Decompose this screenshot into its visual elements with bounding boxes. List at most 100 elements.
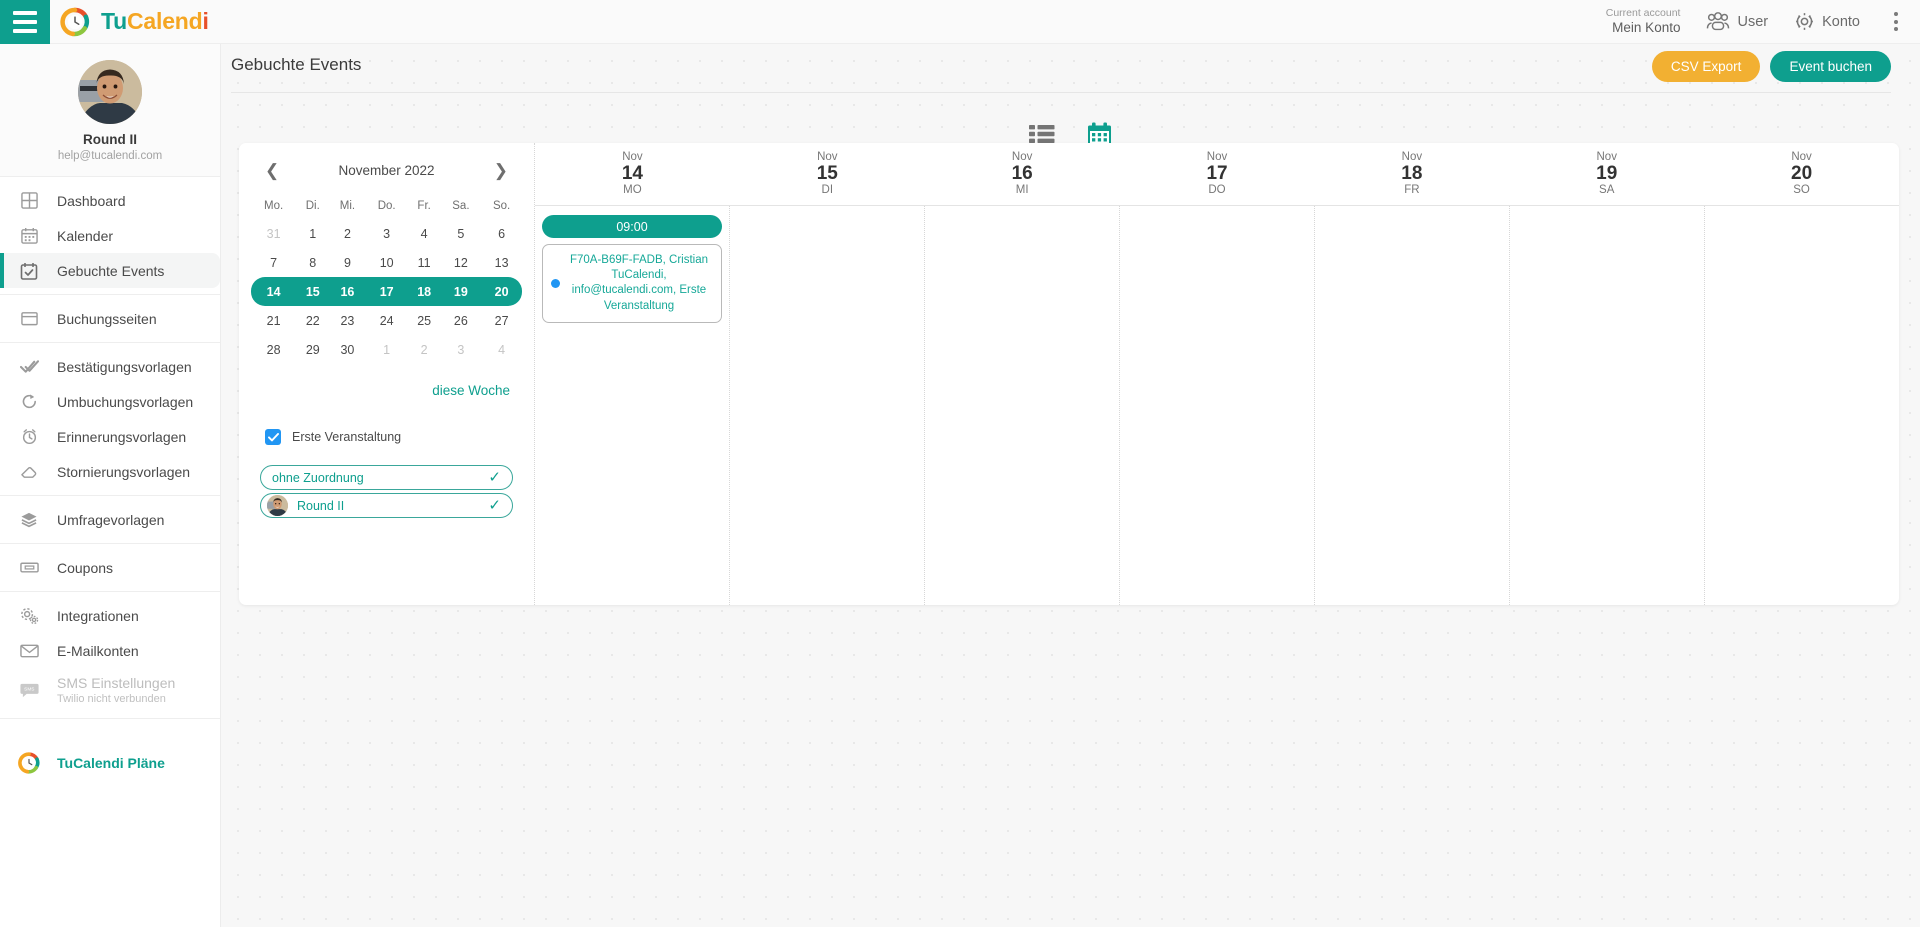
day-cell[interactable]: 9 [329,248,365,277]
week-body: 09:00 F70A-B69F-FADB, Cristian TuCalendi… [535,205,1899,605]
sidebar-item-umbuchungsvorlagen[interactable]: Umbuchungsvorlagen [0,384,220,419]
day-cell[interactable]: 3 [441,335,482,364]
day-cell[interactable]: 6 [481,219,522,248]
sidebar-item-label: Integrationen [57,607,139,624]
erste-veranstaltung-checkbox[interactable] [265,429,281,445]
sidebar-item-coupons[interactable]: Coupons [0,550,220,585]
day-number: 14 [621,163,643,184]
sidebar-item-tucalendi-plaene[interactable]: TuCalendi Pläne [0,745,220,780]
day-cell[interactable]: 17 [366,277,408,306]
day-cell[interactable]: 5 [441,219,482,248]
day-cell[interactable]: 15 [296,277,329,306]
day-cell[interactable]: 26 [441,306,482,335]
day-cell[interactable]: 19 [441,277,482,306]
day-header-so[interactable]: Nov 20 SO [1704,143,1899,205]
calendar-filter-panel: ❮ November 2022 ❯ Mo. Di. Mi. Do. Fr. Sa… [239,143,535,605]
chevron-right-icon[interactable]: ❯ [490,162,512,179]
day-cell[interactable]: 25 [408,306,441,335]
weekday-header: Sa. [452,200,470,212]
kebab-dot [1894,27,1898,31]
hamburger-menu-button[interactable] [0,0,50,44]
mini-calendar-week: 28 29 30 1 2 3 4 [251,335,522,364]
day-column-sa [1510,206,1705,605]
current-account-block[interactable]: Current account Mein Konto [1606,7,1681,37]
day-cell[interactable]: 3 [366,219,408,248]
day-header-mo[interactable]: Nov 14 MO [535,143,730,205]
day-cell[interactable]: 30 [329,335,365,364]
this-week-row: diese Woche [251,364,522,400]
day-cell[interactable]: 16 [329,277,365,306]
csv-export-button[interactable]: CSV Export [1651,51,1761,82]
day-cell[interactable]: 4 [408,219,441,248]
day-cell[interactable]: 24 [366,306,408,335]
sidebar-item-e-mailkonten[interactable]: E-Mailkonten [0,633,220,668]
day-header-sa[interactable]: Nov 19 SA [1509,143,1704,205]
day-column-so [1705,206,1899,605]
day-header-do[interactable]: Nov 17 DO [1120,143,1315,205]
day-month: Nov [1206,151,1228,163]
day-month: Nov [1791,151,1812,163]
calendar-check-icon [18,260,40,282]
account-settings-button[interactable]: Konto [1794,11,1860,32]
mini-calendar-week: 21 22 23 24 25 26 27 [251,306,522,335]
kebab-dot [1894,19,1898,24]
sidebar-item-integrationen[interactable]: Integrationen [0,598,220,633]
brand-logo-link[interactable]: TuCalendi [60,7,209,37]
day-cell[interactable]: 8 [296,248,329,277]
day-cell[interactable]: 1 [296,219,329,248]
nav-group-settings: Integrationen E-Mailkonten SMS SMS Einst… [0,592,220,719]
day-cell[interactable]: 21 [251,306,296,335]
nav-group-templates: Bestätigungsvorlagen Umbuchungsvorlagen … [0,343,220,496]
day-cell[interactable]: 31 [251,219,296,248]
day-cell[interactable]: 1 [366,335,408,364]
sidebar-item-bestaetigungsvorlagen[interactable]: Bestätigungsvorlagen [0,349,220,384]
sidebar-item-umfragevorlagen[interactable]: Umfragevorlagen [0,502,220,537]
day-cell[interactable]: 2 [329,219,365,248]
sidebar-item-buchungsseiten[interactable]: Buchungsseiten [0,301,220,336]
sidebar-item-dashboard[interactable]: Dashboard [0,183,220,218]
day-number: 15 [816,163,838,184]
day-cell[interactable]: 2 [408,335,441,364]
day-cell[interactable]: 29 [296,335,329,364]
calendar-icon [18,225,40,247]
day-weekday: MO [623,184,642,197]
weekday-header: Mi. [339,200,356,212]
day-cell[interactable]: 12 [441,248,482,277]
day-cell[interactable]: 28 [251,335,296,364]
day-cell[interactable]: 27 [481,306,522,335]
kebab-dot [1894,12,1898,16]
sidebar-item-sms-einstellungen[interactable]: SMS SMS Einstellungen Twilio nicht verbu… [0,668,220,712]
book-event-button[interactable]: Event buchen [1770,51,1891,82]
sidebar-item-kalender[interactable]: Kalender [0,218,220,253]
sidebar-item-erinnerungsvorlagen[interactable]: Erinnerungsvorlagen [0,419,220,454]
day-header-fr[interactable]: Nov 18 FR [1314,143,1509,205]
sms-bubble-icon: SMS [18,679,40,701]
filter-pill-ohne-zuordnung[interactable]: ohne Zuordnung ✓ [260,465,513,490]
day-header-di[interactable]: Nov 15 DI [730,143,925,205]
chevron-left-icon[interactable]: ❮ [261,162,283,179]
page-header-actions: CSV Export Event buchen [1651,51,1891,82]
this-week-link[interactable]: diese Woche [432,383,510,398]
filter-pill-round-ii[interactable]: Round II ✓ [260,493,513,518]
booked-event-card[interactable]: F70A-B69F-FADB, Cristian TuCalendi, info… [542,244,722,323]
kebab-menu-icon[interactable] [1886,8,1906,35]
day-cell[interactable]: 13 [481,248,522,277]
day-header-mi[interactable]: Nov 16 MI [925,143,1120,205]
day-cell[interactable]: 7 [251,248,296,277]
users-button[interactable]: User [1706,12,1768,31]
avatar [78,60,142,124]
day-cell[interactable]: 22 [296,306,329,335]
day-cell[interactable]: 11 [408,248,441,277]
sidebar-item-gebuchte-events[interactable]: Gebuchte Events [0,253,220,288]
day-cell[interactable]: 20 [481,277,522,306]
day-cell[interactable]: 14 [251,277,296,306]
time-slot-chip[interactable]: 09:00 [542,215,722,238]
week-view: Nov 14 MO Nov 15 DI Nov 16 MI Nov 17 DO … [535,143,1899,605]
day-cell[interactable]: 10 [366,248,408,277]
users-icon [1707,12,1730,31]
day-cell[interactable]: 18 [408,277,441,306]
sidebar-item-stornierungsvorlagen[interactable]: Stornierungsvorlagen [0,454,220,489]
day-number: 20 [1791,163,1813,184]
day-cell[interactable]: 4 [481,335,522,364]
day-cell[interactable]: 23 [329,306,365,335]
